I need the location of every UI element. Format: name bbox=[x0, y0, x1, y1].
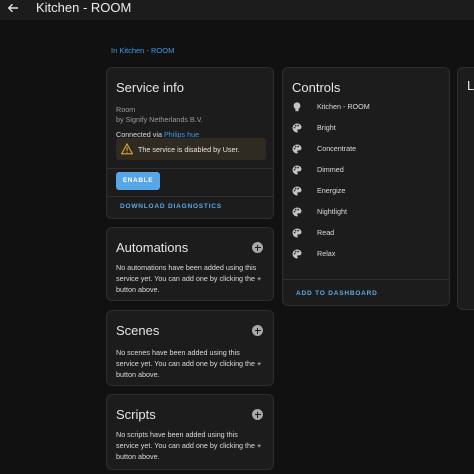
scenes-title: Scenes bbox=[116, 323, 160, 338]
control-label: Kitchen - ROOM bbox=[317, 102, 370, 111]
controls-card: Controls Kitchen - ROOM Bright Concentra… bbox=[282, 67, 450, 306]
palette-icon bbox=[292, 144, 302, 154]
control-label: Energize bbox=[317, 186, 346, 195]
control-label: Concentrate bbox=[317, 144, 357, 153]
divider bbox=[107, 168, 273, 169]
scenes-empty-line: service yet. You can add one by clicking… bbox=[116, 359, 262, 368]
control-label: Relax bbox=[317, 249, 336, 258]
automations-empty-line: button above. bbox=[116, 285, 160, 294]
add-to-dashboard-button[interactable]: ADD TO DASHBOARD bbox=[296, 290, 378, 297]
page-title: Kitchen - ROOM bbox=[36, 0, 132, 15]
warning-icon bbox=[121, 143, 133, 155]
warning-text: The service is disabled by User. bbox=[138, 145, 240, 154]
download-diagnostics-button[interactable]: DOWNLOAD DIAGNOSTICS bbox=[120, 203, 222, 210]
scenes-empty-line: No scenes have been added using this bbox=[116, 348, 240, 357]
palette-icon bbox=[292, 165, 302, 175]
palette-icon bbox=[292, 123, 302, 133]
palette-icon bbox=[292, 249, 302, 259]
scripts-empty-line: service yet. You can add one by clicking… bbox=[116, 441, 262, 450]
disabled-warning: The service is disabled by User. bbox=[116, 138, 266, 160]
service-manufacturer: by Signify Netherlands B.V. bbox=[116, 115, 203, 124]
palette-icon bbox=[292, 186, 302, 196]
divider bbox=[283, 279, 449, 280]
divider bbox=[107, 196, 273, 197]
scenes-empty-line: button above. bbox=[116, 370, 160, 379]
automations-card: Automations No automations have been add… bbox=[106, 227, 274, 301]
enable-button[interactable]: ENABLE bbox=[116, 172, 160, 190]
service-info-title: Service info bbox=[116, 80, 184, 95]
palette-icon bbox=[292, 228, 302, 238]
add-script-plus-icon[interactable] bbox=[252, 409, 263, 420]
service-name: Room bbox=[116, 105, 136, 114]
scenes-card: Scenes No scenes have been added using t… bbox=[106, 310, 274, 386]
control-label: Dimmed bbox=[317, 165, 344, 174]
palette-icon bbox=[292, 207, 302, 217]
top-app-bar: Kitchen - ROOM bbox=[0, 0, 474, 20]
control-label: Bright bbox=[317, 123, 336, 132]
automations-title: Automations bbox=[116, 240, 189, 255]
control-label: Nightlight bbox=[317, 207, 347, 216]
automations-empty-line: No automations have been added using thi… bbox=[116, 263, 257, 272]
automations-empty-line: service yet. You can add one by clicking… bbox=[116, 274, 262, 283]
scripts-title: Scripts bbox=[116, 407, 156, 422]
breadcrumb[interactable]: In Kitchen - ROOM bbox=[111, 46, 174, 55]
lightbulb-icon bbox=[293, 102, 301, 112]
scripts-card: Scripts No scripts have been added using… bbox=[106, 394, 274, 470]
control-label: Read bbox=[317, 228, 335, 237]
controls-title: Controls bbox=[292, 80, 341, 95]
add-scene-plus-icon[interactable] bbox=[252, 325, 263, 336]
logbook-title: L bbox=[467, 78, 474, 93]
logbook-card: L bbox=[457, 67, 474, 310]
service-info-card: Service info Room by Signify Netherlands… bbox=[106, 67, 274, 219]
back-arrow-icon[interactable] bbox=[6, 1, 20, 15]
scripts-empty-line: No scripts have been added using this bbox=[116, 430, 238, 439]
scripts-empty-line: button above. bbox=[116, 452, 160, 461]
add-automation-plus-icon[interactable] bbox=[252, 242, 263, 253]
